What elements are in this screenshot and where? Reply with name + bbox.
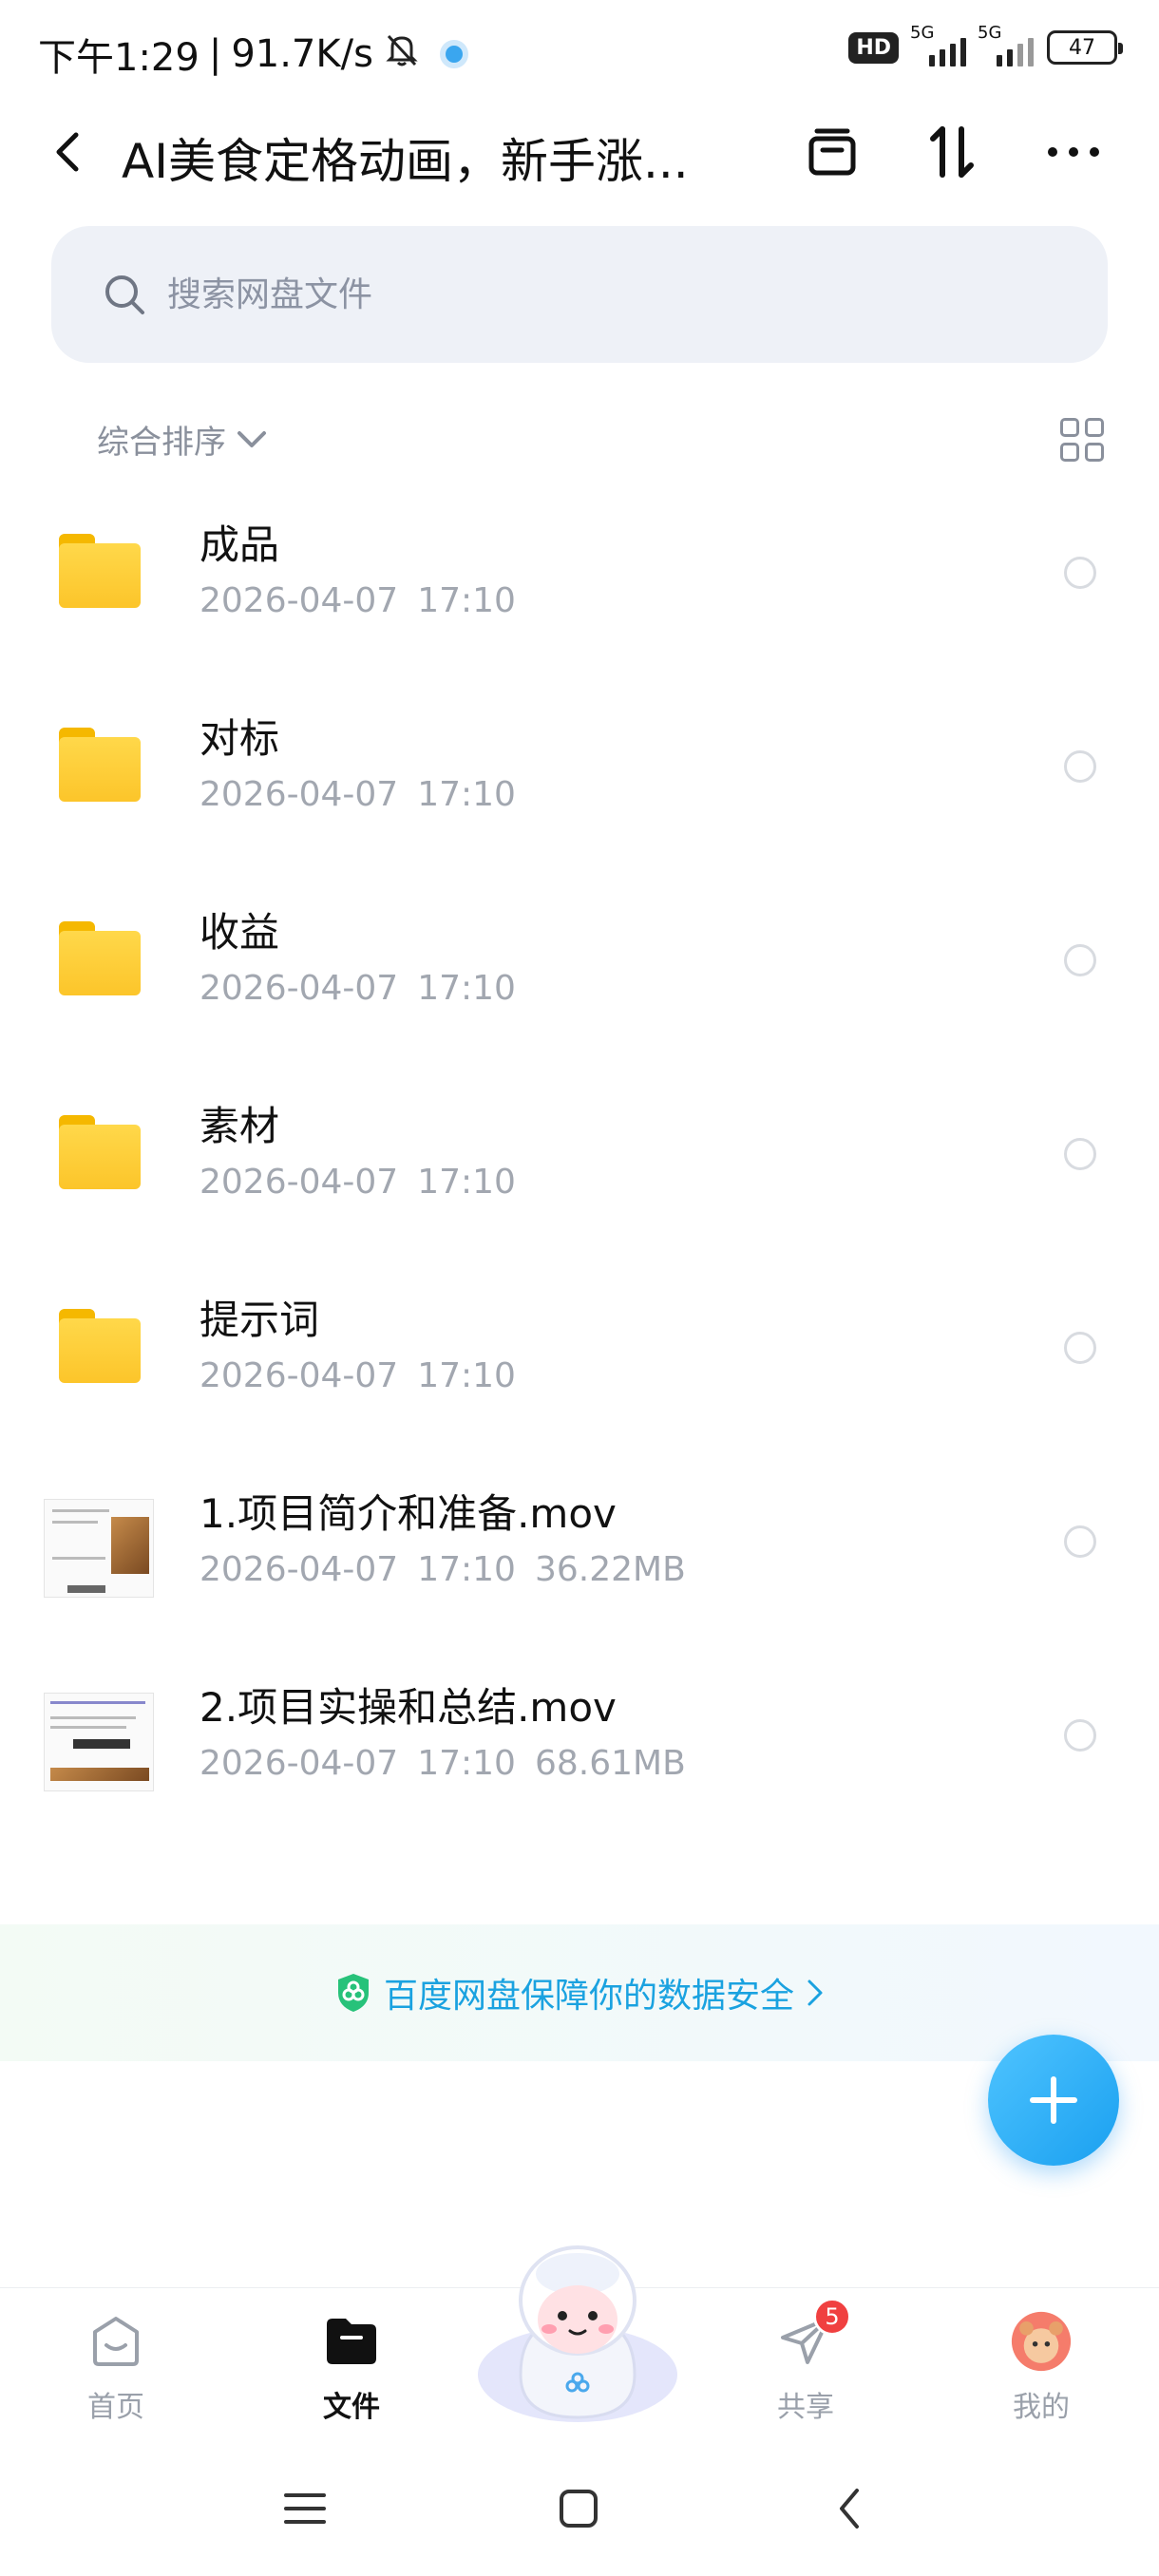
tab-label: 共享 <box>777 2391 834 2424</box>
select-radio[interactable] <box>1064 1138 1096 1170</box>
select-radio[interactable] <box>1064 1525 1096 1558</box>
add-button[interactable] <box>988 2035 1119 2166</box>
security-banner[interactable]: 百度网盘保障你的数据安全 <box>0 1924 1159 2061</box>
square-icon <box>560 2490 598 2528</box>
file-row[interactable]: 2.项目实操和总结.mov 2026-04-07 17:10 68.61MB <box>0 1638 1159 1831</box>
select-radio[interactable] <box>1064 1719 1096 1752</box>
select-radio[interactable] <box>1064 750 1096 783</box>
file-meta: 2026-04-07 17:10 <box>200 1163 516 1202</box>
select-radio[interactable] <box>1064 1332 1096 1364</box>
file-name: 素材 <box>200 1103 280 1149</box>
battery-icon: 47 <box>1047 30 1123 65</box>
plus-icon <box>1030 2076 1077 2124</box>
folder-icon <box>59 534 141 608</box>
menu-button[interactable] <box>272 2475 338 2542</box>
back-button[interactable] <box>42 125 95 179</box>
file-meta: 2026-04-07 17:10 <box>200 969 516 1008</box>
file-name: 对标 <box>200 715 280 762</box>
tab-label: 首页 <box>87 2391 144 2424</box>
file-row[interactable]: 成品 2026-04-07 17:10 <box>0 475 1159 669</box>
shield-icon <box>337 1974 369 2012</box>
bell-muted-icon <box>383 30 421 78</box>
file-row[interactable]: 素材 2026-04-07 17:10 <box>0 1056 1159 1250</box>
status-bar: 下午1:29 | 91.7K/s HD 5G 5G 47 <box>0 0 1159 104</box>
file-row[interactable]: 提示词 2026-04-07 17:10 <box>0 1250 1159 1444</box>
file-name: 提示词 <box>200 1297 320 1343</box>
send-icon: 5 <box>775 2298 851 2372</box>
menu-icon <box>284 2493 326 2524</box>
avatar-icon <box>1011 2311 1072 2372</box>
file-name: 2.项目实操和总结.mov <box>200 1684 617 1731</box>
select-radio[interactable] <box>1064 557 1096 589</box>
sort-row: 综合排序 <box>0 408 1159 475</box>
search-bar[interactable] <box>51 226 1108 363</box>
select-radio[interactable] <box>1064 944 1096 976</box>
file-meta: 2026-04-07 17:10 36.22MB <box>200 1550 686 1589</box>
more-button[interactable] <box>1045 123 1102 180</box>
signal-icon: 5G <box>910 23 966 66</box>
header: AI美食定格动画，新手涨... <box>0 104 1159 199</box>
video-thumbnail <box>44 1499 154 1598</box>
status-left: 下午1:29 | 91.7K/s <box>38 27 468 82</box>
file-name: 收益 <box>200 909 280 956</box>
file-list: 成品 2026-04-07 17:10 对标 2026-04-07 17:10 收益… <box>0 475 1159 1831</box>
search-input[interactable] <box>167 275 927 314</box>
folder-icon <box>59 921 141 995</box>
back-icon <box>56 132 79 172</box>
file-meta: 2026-04-07 17:10 68.61MB <box>200 1744 686 1783</box>
tab-files[interactable]: 文件 <box>285 2298 418 2431</box>
file-row[interactable]: 对标 2026-04-07 17:10 <box>0 669 1159 862</box>
folder-icon <box>59 1309 141 1383</box>
more-icon <box>1048 147 1099 157</box>
page-title: AI美食定格动画，新手涨... <box>122 134 689 189</box>
archive-button[interactable] <box>804 123 861 180</box>
chevron-right-icon <box>808 1979 823 2006</box>
notification-dot-icon <box>439 40 468 68</box>
system-back-button[interactable] <box>817 2475 884 2542</box>
system-nav-bar <box>0 2441 1159 2576</box>
back-icon <box>840 2489 859 2529</box>
video-thumbnail <box>44 1693 154 1791</box>
tab-label: 我的 <box>1013 2391 1070 2424</box>
sort-arrows-icon <box>930 126 974 178</box>
sort-dropdown[interactable]: 综合排序 <box>97 416 268 463</box>
notification-badge: 5 <box>813 2298 851 2336</box>
folder-icon <box>59 1115 141 1189</box>
file-name: 成品 <box>200 521 280 568</box>
tab-profile[interactable]: 我的 <box>975 2298 1108 2431</box>
file-meta: 2026-04-07 17:10 <box>200 775 516 814</box>
hd-icon: HD <box>848 31 899 64</box>
signal-icon: 5G <box>978 23 1034 66</box>
search-icon <box>103 271 150 318</box>
banner-text: 百度网盘保障你的数据安全 <box>383 1977 794 2016</box>
file-name: 1.项目简介和准备.mov <box>200 1490 617 1537</box>
folder-icon <box>321 2311 382 2372</box>
grid-view-icon[interactable] <box>1060 418 1104 462</box>
clock: 下午1:29 <box>38 36 200 80</box>
file-row[interactable]: 收益 2026-04-07 17:10 <box>0 862 1159 1056</box>
file-row[interactable]: 1.项目简介和准备.mov 2026-04-07 17:10 36.22MB <box>0 1444 1159 1638</box>
tab-label: 文件 <box>323 2391 380 2424</box>
folder-icon <box>59 728 141 802</box>
file-meta: 2026-04-07 17:10 <box>200 1356 516 1395</box>
mascot-assistant-button[interactable] <box>473 2232 682 2432</box>
net-speed: 91.7K/s <box>231 32 373 76</box>
home-button[interactable] <box>545 2475 612 2542</box>
archive-icon <box>808 128 856 176</box>
tab-home[interactable]: 首页 <box>49 2298 182 2431</box>
home-icon <box>86 2311 146 2372</box>
status-right: HD 5G 5G 47 <box>848 23 1123 66</box>
file-meta: 2026-04-07 17:10 <box>200 581 516 620</box>
sort-button[interactable] <box>923 123 980 180</box>
chevron-down-icon <box>238 430 266 447</box>
sort-label: 综合排序 <box>97 424 226 462</box>
tab-share[interactable]: 5 共享 <box>739 2298 872 2431</box>
